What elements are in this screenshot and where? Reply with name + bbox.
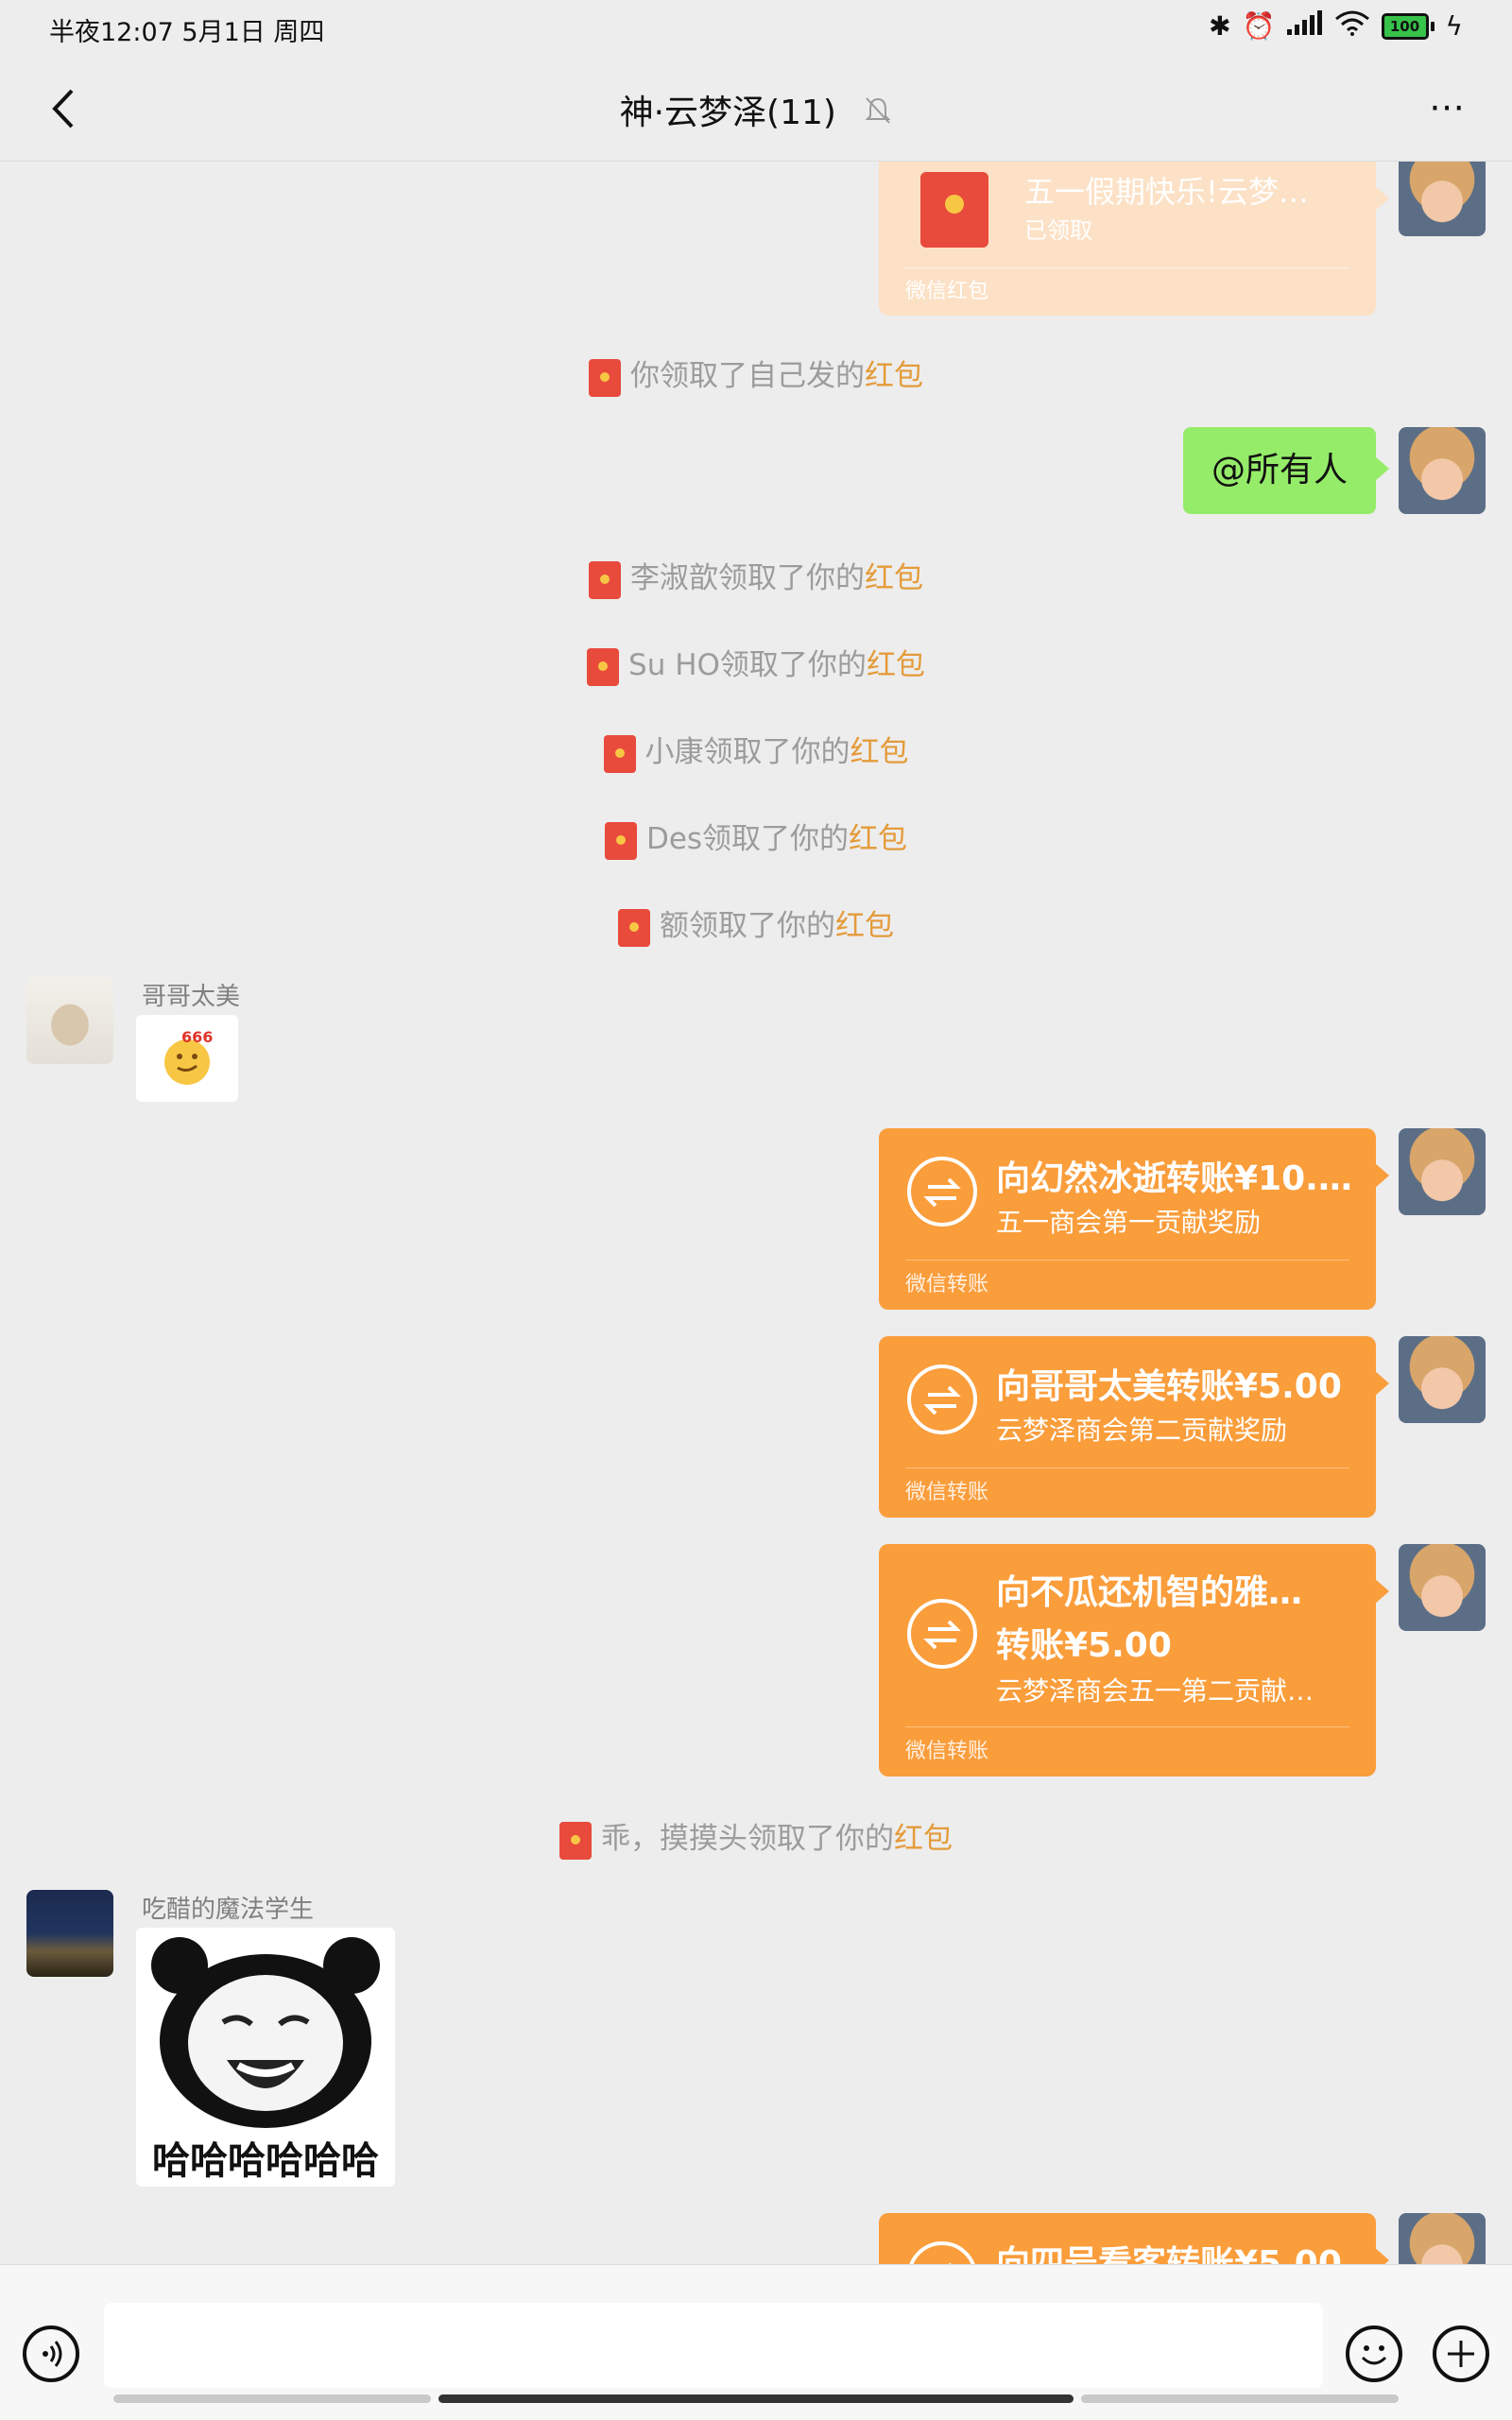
- transfer-title: 向幻然冰逝转账¥10.00: [996, 1159, 1353, 1198]
- status-icons: ✱ ⏰ 100 ϟ: [1209, 9, 1463, 43]
- mute-bell-icon: [864, 95, 892, 134]
- status-bar: 半夜12:07 5月1日 周四 ✱ ⏰ 100 ϟ: [0, 0, 1512, 59]
- red-packet-icon: [618, 908, 650, 947]
- red-packet-message[interactable]: 五一假期快乐!云梦… 已领取 微信红包: [879, 161, 1389, 316]
- transfer-title-line2: 转账¥5.00: [996, 1626, 1172, 1665]
- transfer-icon: [907, 1157, 977, 1227]
- red-packet-icon: [587, 647, 620, 686]
- avatar[interactable]: [26, 1890, 113, 1977]
- more-options-button[interactable]: ⋯: [1429, 89, 1467, 125]
- transfer-message[interactable]: 向四号看客转账¥5.00: [879, 2213, 1389, 2264]
- emoji-button[interactable]: [1346, 2326, 1402, 2382]
- transfer-title: 向不瓜还机智的雅…: [996, 1573, 1303, 1612]
- nav-segment[interactable]: [1081, 2394, 1399, 2403]
- voice-icon: [43, 2341, 62, 2367]
- transfer-icon: [907, 1364, 977, 1434]
- system-message: 乖，摸摸头领取了你的红包: [0, 1814, 1512, 1860]
- sticker-label: 666: [181, 1028, 214, 1046]
- red-packet-link[interactable]: 红包: [867, 648, 925, 682]
- transfer-note: 云梦泽商会五一第二贡献…: [996, 1675, 1314, 1707]
- battery-level: 100: [1381, 12, 1429, 40]
- sender-name: 吃醋的魔法学生: [142, 1896, 315, 1924]
- transfer-title: 向哥哥太美转账¥5.00: [996, 1367, 1342, 1406]
- red-packet-link[interactable]: 红包: [865, 359, 923, 393]
- red-packet-link[interactable]: 红包: [894, 1822, 953, 1856]
- transfer-footer: 微信转账: [905, 1260, 1349, 1310]
- avatar[interactable]: [1399, 1544, 1486, 1631]
- status-time: 半夜12:07 5月1日 周四: [49, 18, 325, 47]
- transfer-icon: [907, 1599, 977, 1669]
- chat-title-wrap: 神·云梦泽(11): [0, 85, 1512, 134]
- plus-icon: [1448, 2341, 1474, 2367]
- avatar[interactable]: [1399, 427, 1486, 514]
- bluetooth-icon: ✱: [1209, 10, 1231, 42]
- transfer-message[interactable]: 向哥哥太美转账¥5.00 云梦泽商会第二贡献奖励 微信转账: [879, 1336, 1389, 1518]
- avatar[interactable]: [1399, 1128, 1486, 1215]
- sticker-caption: 哈哈哈哈哈哈: [152, 2139, 379, 2183]
- panda-meme-icon: [151, 1937, 380, 2128]
- gesture-nav-bar[interactable]: [0, 2393, 1512, 2406]
- transfer-title: 向四号看客转账¥5.00: [996, 2244, 1342, 2264]
- voice-button[interactable]: [23, 2326, 79, 2382]
- wifi-icon: [1334, 9, 1370, 43]
- transfer-icon: [907, 2241, 977, 2264]
- red-packet-icon: [559, 1821, 592, 1860]
- red-packet-icon: [603, 734, 636, 773]
- chat-header: 神·云梦泽(11) ⋯: [0, 59, 1512, 162]
- battery-icon: 100: [1381, 12, 1435, 40]
- system-message: Des领取了你的红包: [0, 815, 1512, 860]
- red-packet-link[interactable]: 红包: [849, 822, 907, 856]
- red-packet-icon: [920, 172, 988, 248]
- message-input[interactable]: [104, 2303, 1323, 2388]
- red-packet-text: 五一假期快乐!云梦…: [1024, 174, 1309, 210]
- red-packet-status: 已领取: [1024, 217, 1092, 244]
- charging-icon: ϟ: [1445, 10, 1463, 42]
- chat-title: 神·云梦泽(11): [619, 94, 836, 132]
- avatar[interactable]: [26, 977, 113, 1064]
- smile-icon: [1361, 2345, 1387, 2365]
- red-packet-icon: [589, 358, 621, 397]
- transfer-message[interactable]: 向幻然冰逝转账¥10.00 五一商会第一贡献奖励 微信转账: [879, 1128, 1389, 1310]
- chat-area[interactable]: 五一假期快乐!云梦… 已领取 微信红包 你领取了自己发的红包 @所有人 李淑歆领…: [0, 161, 1512, 2264]
- red-packet-link[interactable]: 红包: [850, 735, 909, 769]
- avatar[interactable]: [1399, 2213, 1486, 2264]
- sticker-message[interactable]: 666: [136, 1015, 238, 1102]
- red-packet-icon: [589, 560, 621, 599]
- transfer-footer: 微信转账: [905, 1467, 1349, 1518]
- sender-name: 哥哥太美: [142, 983, 241, 1011]
- system-message: 你领取了自己发的红包: [0, 352, 1512, 397]
- nav-segment[interactable]: [113, 2394, 431, 2403]
- red-packet-link[interactable]: 红包: [835, 909, 894, 943]
- sticker-message[interactable]: 哈哈哈哈哈哈: [136, 1928, 395, 2187]
- alarm-icon: ⏰: [1242, 10, 1276, 42]
- signal-icon: [1286, 10, 1323, 42]
- nav-segment-active[interactable]: [438, 2394, 1074, 2403]
- more-functions-button[interactable]: [1433, 2326, 1489, 2382]
- transfer-note: 云梦泽商会第二贡献奖励: [996, 1415, 1288, 1446]
- avatar[interactable]: [1399, 161, 1486, 236]
- system-message: Su HO领取了你的红包: [0, 641, 1512, 686]
- text-message-bubble[interactable]: @所有人: [1182, 427, 1390, 514]
- red-packet-footer: 微信红包: [905, 267, 1349, 316]
- system-message: 小康领取了你的红包: [0, 728, 1512, 773]
- red-packet-icon: [604, 821, 637, 860]
- transfer-note: 五一商会第一贡献奖励: [996, 1207, 1262, 1238]
- system-message: 李淑歆领取了你的红包: [0, 554, 1512, 599]
- transfer-message[interactable]: 向不瓜还机智的雅… 转账¥5.00 云梦泽商会五一第二贡献… 微信转账: [879, 1544, 1389, 1776]
- avatar[interactable]: [1399, 1336, 1486, 1423]
- system-message: 额领取了你的红包: [0, 901, 1512, 947]
- red-packet-link[interactable]: 红包: [865, 561, 923, 595]
- transfer-footer: 微信转账: [905, 1726, 1349, 1776]
